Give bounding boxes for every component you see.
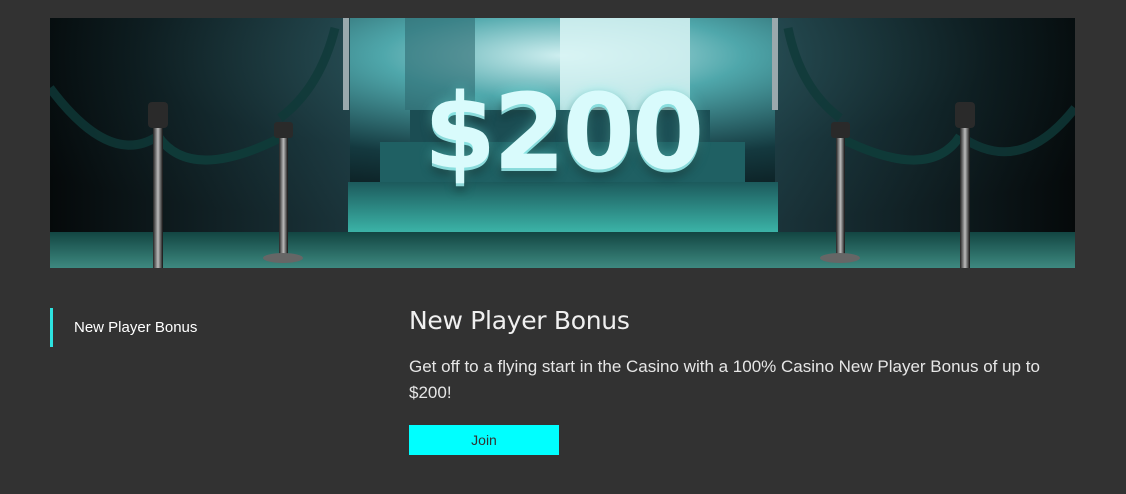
promo-content: New Player Bonus Get off to a flying sta… (409, 306, 1049, 455)
promo-title: New Player Bonus (409, 306, 630, 335)
promo-banner: $200 (50, 18, 1075, 268)
sidebar-item-new-player-bonus[interactable]: New Player Bonus (50, 308, 310, 347)
banner-amount-text: $200 (423, 71, 704, 193)
join-button[interactable]: Join (409, 425, 559, 455)
sidebar: New Player Bonus (50, 308, 310, 347)
page: $200 New Player Bonus New Player Bonus G… (0, 0, 1126, 494)
promo-description: Get off to a flying start in the Casino … (409, 357, 1040, 402)
